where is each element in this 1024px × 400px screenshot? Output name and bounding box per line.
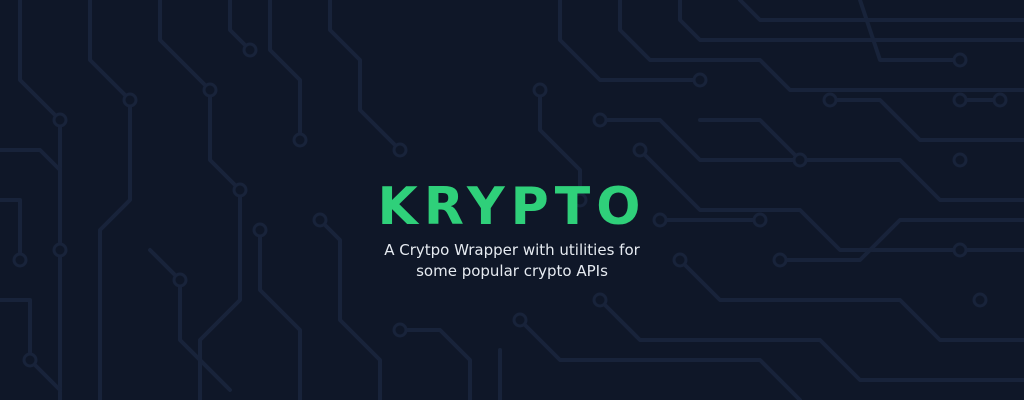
krypto-logo: KRYPTO — [380, 177, 644, 232]
logo-wordmark: KRYPTO — [380, 177, 644, 232]
hero: KRYPTO A Crytpo Wrapper with utilities f… — [0, 0, 1024, 400]
banner: KRYPTO A Crytpo Wrapper with utilities f… — [0, 0, 1024, 400]
tagline: A Crytpo Wrapper with utilities for some… — [384, 241, 640, 280]
